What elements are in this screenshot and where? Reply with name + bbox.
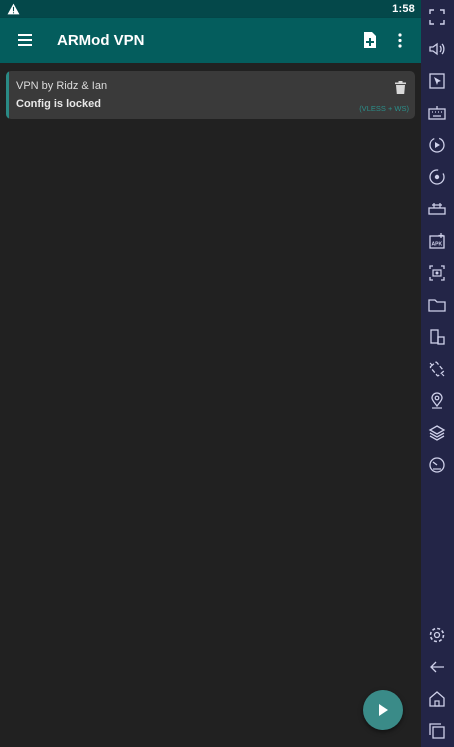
warning-icon	[7, 3, 20, 15]
selected-indicator	[6, 71, 9, 119]
config-status: Config is locked	[16, 98, 101, 110]
volume-icon[interactable]	[428, 40, 446, 58]
add-file-icon[interactable]	[363, 32, 377, 49]
app-bar: ARMod VPN	[0, 18, 421, 63]
emulator-toolbar: APK	[421, 0, 454, 747]
more-vert-icon[interactable]	[397, 33, 403, 48]
trash-icon[interactable]	[395, 81, 406, 94]
screenshot-icon[interactable]	[428, 264, 446, 282]
app-title: ARMod VPN	[57, 32, 145, 49]
back-icon[interactable]	[428, 658, 446, 676]
svg-text:APK: APK	[432, 242, 443, 248]
config-list: VPN by Ridz & Ian Config is locked (VLES…	[0, 63, 421, 747]
layers-icon[interactable]	[428, 424, 446, 442]
record-icon[interactable]	[428, 136, 446, 154]
status-bar: 1:58	[0, 0, 421, 18]
connect-fab[interactable]	[363, 690, 403, 730]
home-icon[interactable]	[428, 690, 446, 708]
apk-icon[interactable]: APK	[428, 232, 446, 250]
fullscreen-icon[interactable]	[428, 8, 446, 26]
shake-icon[interactable]	[428, 360, 446, 378]
config-card[interactable]: VPN by Ridz & Ian Config is locked (VLES…	[6, 71, 415, 119]
multi-window-icon[interactable]	[428, 328, 446, 346]
gamepad-icon[interactable]	[428, 200, 446, 218]
speed-icon[interactable]	[428, 456, 446, 474]
config-protocol: (VLESS + WS)	[359, 104, 409, 113]
keyboard-icon[interactable]	[428, 104, 446, 122]
settings-icon[interactable]	[428, 626, 446, 644]
rotate-icon[interactable]	[428, 168, 446, 186]
config-name: VPN by Ridz & Ian	[16, 80, 108, 92]
folder-icon[interactable]	[428, 296, 446, 314]
menu-icon[interactable]	[18, 33, 34, 47]
recents-icon[interactable]	[428, 722, 446, 740]
status-time: 1:58	[392, 3, 415, 15]
play-icon	[379, 704, 388, 716]
cursor-icon[interactable]	[428, 72, 446, 90]
location-icon[interactable]	[428, 392, 446, 410]
